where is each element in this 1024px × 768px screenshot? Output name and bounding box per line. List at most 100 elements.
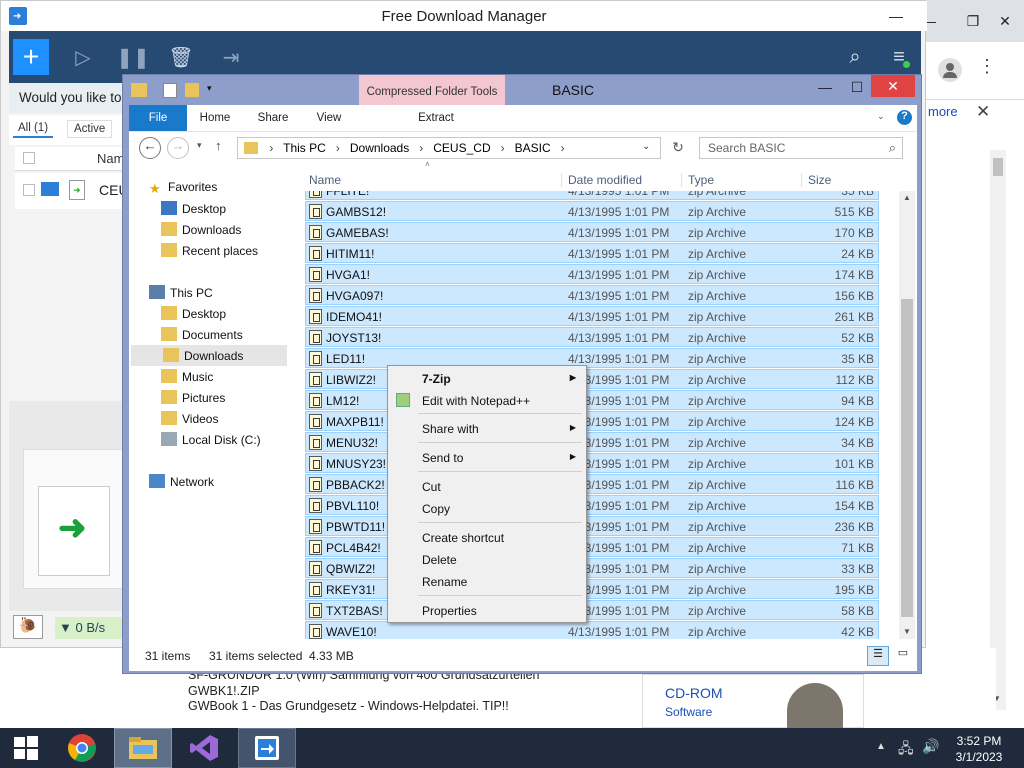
menu-delete[interactable]: Delete [390, 549, 584, 571]
fdm-minimize-button[interactable]: — [873, 1, 919, 31]
properties-icon[interactable] [163, 83, 177, 98]
taskbar-visual-studio[interactable] [178, 728, 230, 768]
large-icons-view-icon[interactable]: ▭ [893, 646, 913, 666]
tab-file[interactable]: File [129, 105, 187, 131]
nav-pc-pictures[interactable]: Pictures [129, 387, 295, 408]
nav-this-pc[interactable]: This PC [129, 282, 295, 303]
column-type[interactable]: Type [681, 173, 714, 187]
explorer-minimize-button[interactable]: — [811, 75, 839, 99]
file-row[interactable]: GAMBS12! 4/13/1995 1:01 PM zip Archive 515 … [305, 201, 879, 221]
nav-pc-documents[interactable]: Documents [129, 324, 295, 345]
menu-create-shortcut[interactable]: Create shortcut [390, 527, 584, 549]
folder-icon[interactable] [41, 182, 59, 196]
breadcrumb-item[interactable]: This PC [283, 141, 326, 155]
column-name[interactable]: Nam [97, 151, 124, 166]
breadcrumb-item[interactable]: BASIC [515, 141, 551, 155]
start-button[interactable] [0, 728, 52, 768]
taskbar-fdm[interactable] [238, 728, 296, 768]
menu-send-to[interactable]: Send to ▶ [390, 447, 584, 469]
explorer-maximize-button[interactable]: ☐ [843, 75, 871, 99]
scroll-down-icon[interactable]: ▼ [903, 627, 911, 636]
file-row[interactable]: HITIM11! 4/13/1995 1:01 PM zip Archive 24 K… [305, 243, 879, 263]
select-all-checkbox[interactable] [23, 152, 35, 164]
nav-network[interactable]: Network [129, 471, 295, 492]
file-row[interactable]: GAMEBAS! 4/13/1995 1:01 PM zip Archive 170 … [305, 222, 879, 242]
nav-recent-places[interactable]: Recent places [129, 240, 295, 261]
browser-scrollbar-thumb[interactable] [993, 158, 1003, 176]
clock-time[interactable]: 3:52 PM [944, 734, 1014, 748]
file-list-scrollbar-thumb[interactable] [901, 299, 913, 617]
refresh-icon[interactable]: ↻ [667, 137, 689, 159]
file-row[interactable]: IDEMO41! 4/13/1995 1:01 PM zip Archive 261 … [305, 306, 879, 326]
nav-pc-music[interactable]: Music [129, 366, 295, 387]
nav-favorites-downloads[interactable]: Downloads [129, 219, 295, 240]
forward-icon[interactable]: → [167, 137, 189, 159]
profile-icon[interactable] [938, 58, 962, 82]
nav-pc-videos[interactable]: Videos [129, 408, 295, 429]
add-download-button[interactable]: + [13, 39, 49, 75]
file-row[interactable]: HVGA1! 4/13/1995 1:01 PM zip Archive 174 KB [305, 264, 879, 284]
software-link[interactable]: Software [665, 705, 712, 717]
volume-icon[interactable]: 🔊 [922, 738, 939, 755]
new-folder-icon[interactable] [185, 83, 199, 97]
browser-scrollbar[interactable]: ▼ [990, 150, 1006, 710]
trash-icon[interactable]: 🗑 [163, 39, 199, 75]
menu-cut[interactable]: Cut [390, 476, 584, 498]
search-icon[interactable]: ⌕ [837, 39, 873, 75]
browser-menu-icon[interactable]: ⋮ [978, 56, 996, 77]
show-hidden-icons-icon[interactable]: ▲ [876, 741, 886, 752]
help-icon[interactable]: ? [897, 110, 912, 125]
filter-all[interactable]: All (1) [13, 120, 54, 138]
ribbon-expand-icon[interactable]: ⌄ [877, 111, 885, 122]
file-row[interactable]: WAVE10! 4/13/1995 1:01 PM zip Archive 42 KB [305, 621, 879, 641]
address-field[interactable]: › This PC › Downloads › CEUS_CD › BASIC … [237, 137, 661, 159]
scroll-up-icon[interactable]: ▲ [903, 193, 911, 202]
search-input[interactable]: Search BASIC ⌕ [699, 137, 903, 159]
column-size[interactable]: Size [801, 173, 831, 187]
network-tray-icon[interactable]: 🖧 [898, 738, 914, 762]
taskbar-file-explorer[interactable] [114, 728, 172, 768]
address-dropdown-icon[interactable]: ⌄ [642, 141, 650, 152]
browser-more-link[interactable]: more [928, 104, 958, 119]
move-to-folder-icon[interactable]: ⇥ [213, 39, 249, 75]
file-list-scrollbar[interactable]: ▲ ▼ [899, 191, 915, 639]
row-checkbox[interactable] [23, 184, 35, 196]
quick-access-dropdown-icon[interactable]: ▾ [207, 83, 212, 94]
start-icon[interactable]: ▷ [65, 39, 101, 75]
nav-local-disk[interactable]: Local Disk (C:) [129, 429, 295, 450]
tab-home[interactable]: Home [189, 105, 241, 131]
file-row[interactable]: JOYST13! 4/13/1995 1:01 PM zip Archive 52 K… [305, 327, 879, 347]
nav-pc-downloads[interactable]: Downloads [131, 345, 287, 366]
search-icon[interactable]: ⌕ [889, 140, 896, 156]
breadcrumb-item[interactable]: CEUS_CD [433, 141, 490, 155]
menu-edit-notepadpp[interactable]: Edit with Notepad++ [390, 390, 584, 412]
cdrom-link[interactable]: CD-ROM [665, 685, 723, 701]
column-name[interactable]: Name [309, 173, 341, 187]
tab-view[interactable]: View [305, 105, 353, 131]
nav-favorites[interactable]: ★ Favorites [129, 177, 295, 198]
pause-icon[interactable]: ❚❚ [115, 39, 151, 75]
menu-share-with[interactable]: Share with ▶ [390, 418, 584, 440]
download-row[interactable]: ➜ CEU [15, 173, 129, 209]
recent-locations-icon[interactable]: ▾ [197, 140, 202, 151]
menu-7zip[interactable]: 7-Zip ▶ [390, 368, 584, 390]
file-row[interactable]: FFLITE! 4/13/1995 1:01 PM zip Archive 35 KB [305, 191, 879, 200]
nav-pc-desktop[interactable]: Desktop [129, 303, 295, 324]
tab-share[interactable]: Share [245, 105, 301, 131]
menu-properties[interactable]: Properties [390, 600, 584, 622]
details-view-icon[interactable]: ☰ [867, 646, 889, 666]
tab-extract[interactable]: Extract [367, 105, 505, 131]
back-icon[interactable]: ← [139, 137, 161, 159]
banner-close-icon[interactable]: ✕ [976, 102, 990, 122]
explorer-close-button[interactable]: ✕ [871, 75, 915, 97]
browser-close-button[interactable]: ✕ [986, 6, 1024, 36]
menu-rename[interactable]: Rename [390, 571, 584, 593]
web-text-line[interactable]: GWBK1!.ZIP [188, 684, 260, 698]
filter-active[interactable]: Active [67, 120, 113, 138]
hamburger-menu-icon[interactable]: ≡ [881, 39, 917, 75]
clock-date[interactable]: 3/1/2023 [944, 750, 1014, 764]
menu-copy[interactable]: Copy [390, 498, 584, 520]
taskbar-chrome[interactable] [56, 728, 108, 768]
file-row[interactable]: HVGA097! 4/13/1995 1:01 PM zip Archive 156 … [305, 285, 879, 305]
nav-favorites-desktop[interactable]: Desktop [129, 198, 295, 219]
